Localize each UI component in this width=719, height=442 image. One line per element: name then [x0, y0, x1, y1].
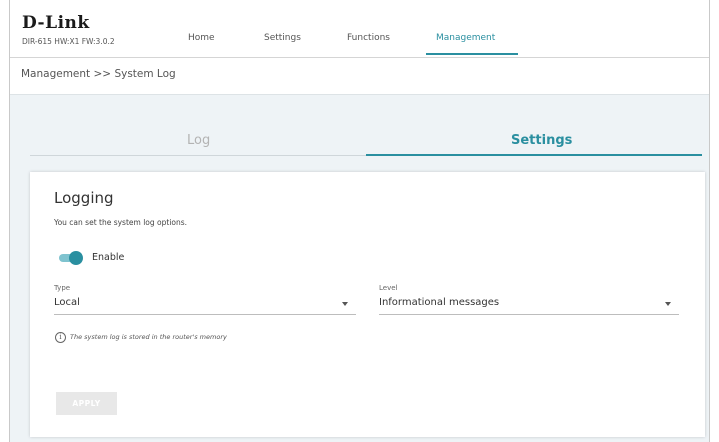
logging-card: Logging You can set the system log optio… — [30, 172, 705, 437]
info-note: The system log is stored in the router's… — [70, 333, 227, 341]
top-header: D-Link DIR-615 HW:X1 FW:3.0.2 Home Setti… — [10, 0, 709, 58]
type-label: Type — [54, 284, 71, 292]
level-select[interactable]: Informational messages — [379, 294, 679, 315]
level-value: Informational messages — [379, 297, 500, 308]
chevron-down-icon — [665, 302, 671, 306]
card-title: Logging — [54, 189, 114, 207]
enable-toggle[interactable] — [59, 251, 83, 265]
tab-settings[interactable]: Settings — [511, 133, 572, 148]
nav-home[interactable]: Home — [188, 33, 215, 43]
apply-button[interactable]: APPLY — [56, 392, 117, 415]
nav-management[interactable]: Management — [436, 33, 495, 43]
breadcrumb-bar: Management >> System Log — [10, 58, 709, 95]
tab-log[interactable]: Log — [187, 133, 210, 148]
nav-active-indicator — [426, 53, 518, 55]
nav-functions[interactable]: Functions — [347, 33, 390, 43]
level-label: Level — [379, 284, 398, 292]
nav-settings[interactable]: Settings — [264, 33, 301, 43]
tab-active-indicator — [366, 154, 702, 156]
device-model: DIR-615 HW:X1 FW:3.0.2 — [22, 37, 115, 46]
type-select[interactable]: Local — [54, 294, 356, 315]
info-icon: i — [55, 332, 66, 343]
chevron-down-icon — [342, 302, 348, 306]
breadcrumb: Management >> System Log — [21, 68, 176, 80]
enable-label: Enable — [92, 252, 125, 263]
toggle-knob — [69, 251, 83, 265]
type-value: Local — [54, 297, 80, 308]
card-description: You can set the system log options. — [54, 218, 188, 227]
router-admin-window: D-Link DIR-615 HW:X1 FW:3.0.2 Home Setti… — [9, 0, 710, 442]
main-content: Log Settings Logging You can set the sys… — [10, 95, 709, 442]
dlink-logo: D-Link — [22, 13, 90, 33]
